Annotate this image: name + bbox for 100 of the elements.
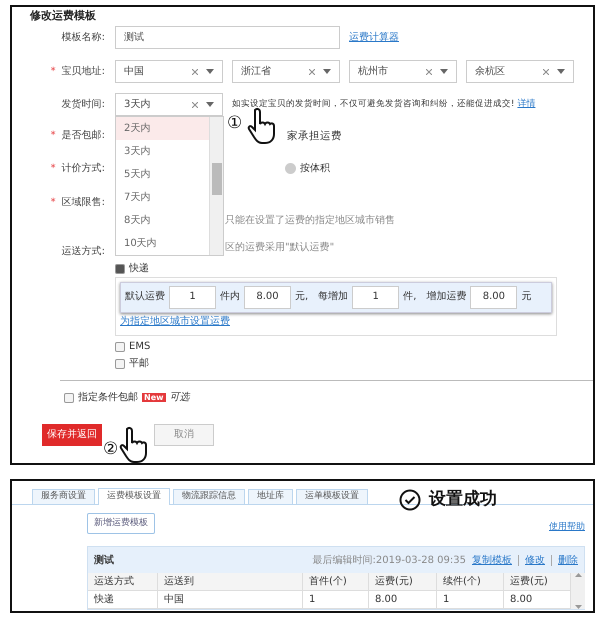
field-label: 是否包邮: [62, 130, 105, 142]
tab[interactable]: 运费模板设置 [98, 488, 170, 505]
add-template-button[interactable]: 新增运费模板 [87, 513, 155, 534]
required-mark: * [50, 130, 56, 142]
field-label: 发货时间: [62, 98, 105, 110]
number-field[interactable]: 8.00 [470, 286, 518, 309]
caret-icon [206, 69, 214, 74]
step-number: ① [227, 114, 242, 132]
note-text: 只能在设置了运费的指定地区城市销售 [225, 214, 396, 227]
edit-time: 最后编辑时间:2019-03-28 09:35 [312, 554, 466, 568]
field-label: 区域限售: [62, 196, 105, 209]
clear-icon [192, 68, 198, 74]
template-name: 测试 [94, 554, 114, 568]
checkbox[interactable] [115, 358, 125, 369]
field-label: 计价方式: [62, 162, 105, 175]
caret-icon [206, 102, 214, 107]
checkbox-label: EMS [129, 340, 150, 353]
number-field[interactable]: 1 [352, 286, 400, 309]
checkbox[interactable] [115, 342, 125, 352]
fee-label: 默认运费 [125, 291, 165, 304]
column-header: 续件(个) [437, 573, 504, 591]
number-field[interactable]: 8.00 [244, 286, 291, 309]
clear-icon [309, 68, 315, 74]
table-cell: 8.00 [369, 591, 437, 609]
fee-label: 每增加 [318, 291, 348, 304]
name-field[interactable]: 测试 [115, 26, 340, 49]
address-select[interactable]: 余杭区 [466, 60, 574, 83]
required-mark: * [50, 196, 56, 209]
caret-icon [557, 69, 565, 74]
required-mark: * [50, 66, 56, 78]
table-cell: 8.00 [504, 591, 571, 609]
clear-icon [192, 102, 198, 108]
unit-label: 元 [521, 291, 532, 304]
help-link[interactable]: 使用帮助 [549, 520, 585, 534]
caret-icon [440, 69, 448, 74]
dropdown-option[interactable]: 7天内 [116, 186, 209, 209]
address-select[interactable]: 浙江省 [232, 60, 340, 83]
checkbox-label: 平邮 [129, 358, 149, 370]
details-link[interactable]: 详情 [517, 99, 536, 110]
caret-icon [323, 69, 331, 74]
note-text: 区的运费采用"默认运费" [225, 242, 336, 254]
tab[interactable]: 服务商设置 [32, 489, 95, 504]
column-header: 首件(个) [303, 573, 369, 591]
option-label: 家承担运费 [287, 130, 342, 143]
table-cell: 1 [437, 591, 504, 609]
required-mark: * [50, 162, 56, 175]
number-field[interactable]: 1 [169, 286, 216, 309]
checkbox-label: 指定条件包邮 [78, 392, 138, 404]
form-title: 修改运费模板 [30, 9, 97, 24]
unit-label: 件, [403, 291, 416, 304]
field-label: 宝贝地址: [62, 66, 105, 78]
tab[interactable]: 运单模板设置 [296, 489, 368, 504]
address-select[interactable]: 中国 [115, 60, 223, 83]
column-header: 运费(元) [369, 573, 437, 591]
address-select[interactable]: 杭州市 [349, 60, 457, 83]
dropdown-option[interactable]: 2天内 [116, 117, 209, 140]
action-link[interactable]: 复制模板 [472, 552, 512, 568]
dropdown-option[interactable]: 3天内 [116, 140, 209, 163]
field-label: 运送方式: [62, 246, 105, 258]
new-badge: New [142, 392, 166, 402]
hint-text: 如实设定宝贝的发货时间，不仅可避免发货咨询和纠纷，还能促进成交! [232, 99, 514, 110]
dropdown-option[interactable]: 10天内 [116, 232, 209, 255]
column-header: 运送方式 [88, 573, 158, 591]
column-header: 运送到 [158, 573, 303, 591]
success-text: 设置成功 [429, 488, 497, 511]
ship-time-select[interactable]: 3天内 [115, 93, 223, 116]
action-link[interactable]: 删除 [558, 552, 578, 568]
tab[interactable]: 地址库 [248, 489, 293, 504]
select-value: 3天内 [124, 98, 150, 110]
select-value: 杭州市 [358, 66, 388, 78]
unit-label: 件内 [220, 291, 240, 304]
checkbox[interactable] [115, 264, 125, 274]
select-value: 余杭区 [475, 66, 505, 78]
check-circle-icon [399, 488, 421, 511]
optional-text: 可选 [170, 392, 190, 404]
table-cell: 快递 [88, 591, 158, 609]
clear-icon [426, 68, 432, 74]
unit-label: 元, [295, 291, 308, 304]
table-cell: 1 [303, 591, 369, 609]
radio-button[interactable] [285, 163, 296, 174]
scroll-down-icon [574, 605, 582, 609]
set-region-fee-link[interactable]: 为指定地区城市设置运费 [120, 316, 552, 328]
clear-icon [543, 68, 549, 74]
checkbox-label: 快递 [129, 262, 149, 275]
scrollbar[interactable] [209, 117, 223, 255]
select-value: 中国 [124, 66, 144, 78]
tab[interactable]: 物流跟踪信息 [173, 489, 245, 504]
hand-pointer-icon [246, 107, 276, 145]
action-link[interactable]: 修改 [525, 552, 545, 568]
save-button[interactable]: 保存并返回 [42, 424, 102, 446]
field-label: 模板名称: [62, 32, 105, 44]
checkbox[interactable] [64, 392, 74, 403]
dropdown-option[interactable]: 8天内 [116, 209, 209, 232]
scrollbar[interactable] [571, 573, 585, 609]
calculator-link[interactable]: 运费计算器 [349, 32, 399, 44]
option-label: 按体积 [300, 162, 330, 175]
dropdown-option[interactable]: 5天内 [116, 163, 209, 186]
column-header: 运费(元) [504, 573, 571, 591]
fee-label: 增加运费 [426, 291, 466, 304]
select-value: 浙江省 [241, 66, 271, 78]
